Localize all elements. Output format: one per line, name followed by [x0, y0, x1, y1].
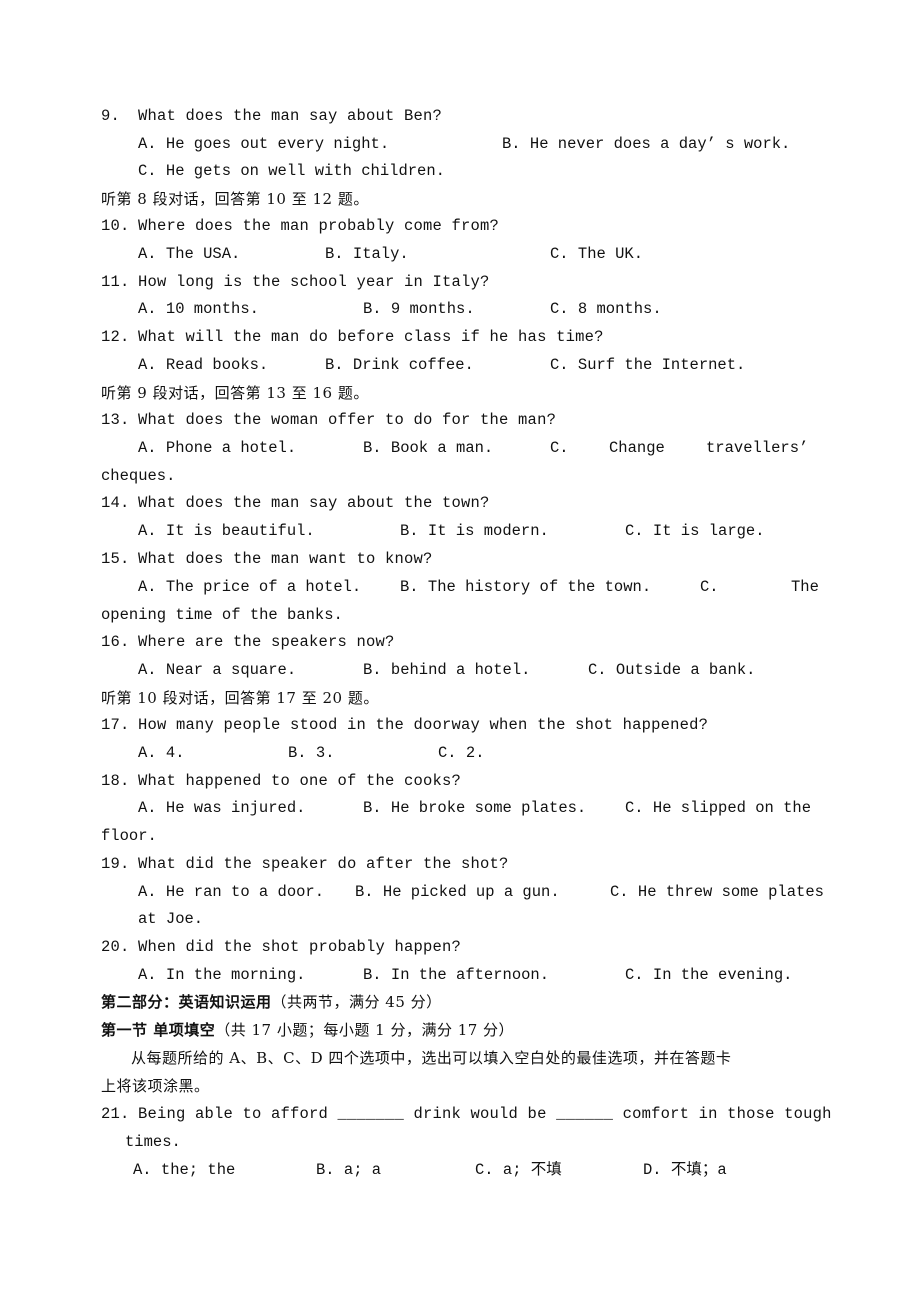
question-text: What happened to one of the cooks? [138, 772, 462, 790]
option-c: C. a; 不填 [475, 1161, 562, 1179]
option-c: C. The UK. [550, 245, 644, 263]
option-c: C. He gets on well with children. [138, 162, 445, 180]
question-20: 20. When did the shot probably happen? [101, 933, 461, 961]
option-b: B. The history of the town. [400, 578, 652, 596]
question-text: How long is the school year in Italy? [138, 273, 490, 291]
option-c: C. [700, 578, 719, 596]
section1-title: 第一节 单项填空 [101, 1021, 216, 1039]
option-a: A. He goes out every night. [138, 135, 390, 153]
option-a: A. He ran to a door. [138, 883, 325, 901]
option-a: A. the; the [133, 1161, 236, 1179]
question-number: 18. [101, 772, 130, 790]
question-14: 14. What does the man say about the town? [101, 489, 490, 517]
question-number: 11. [101, 273, 130, 291]
question-text: What does the man say about Ben? [138, 107, 443, 125]
option-a: A. He was injured. [138, 799, 306, 817]
question-text-wrap: times. [125, 1133, 181, 1151]
question-21: 21. Being able to afford _______ drink wo… [101, 1100, 832, 1128]
option-b: B. 9 months. [363, 300, 475, 318]
question-text: What does the man say about the town? [138, 494, 490, 512]
option-c-text-wrap: at Joe. [138, 910, 204, 928]
option-a: A. 10 months. [138, 300, 259, 318]
option-b: B. He broke some plates. [363, 799, 587, 817]
option-a: A. Near a square. [138, 661, 297, 679]
question-9: 9. What does the man say about Ben? [101, 102, 442, 130]
option-a: A. In the morning. [138, 966, 306, 984]
question-text: Being able to afford _______ drink would… [138, 1105, 832, 1123]
option-b: B. behind a hotel. [363, 661, 531, 679]
question-text: What will the man do before class if he … [138, 328, 604, 346]
question-text: Where does the man probably come from? [138, 217, 500, 235]
option-b: B. Italy. [325, 245, 409, 263]
question-text: What does the woman offer to do for the … [138, 411, 557, 429]
option-b: B. Drink coffee. [325, 356, 474, 374]
option-a: A. Phone a hotel. [138, 439, 297, 457]
section-instruction: 听第 9 段对话，回答第 13 至 16 题。 [101, 384, 369, 402]
question-text: Where are the speakers now? [138, 633, 395, 651]
option-b: B. a; a [316, 1161, 382, 1179]
option-c: C. [550, 439, 569, 457]
part2-title: 第二部分：英语知识运用 [101, 993, 272, 1011]
question-15: 15. What does the man want to know? [101, 545, 433, 573]
question-number: 17. [101, 716, 130, 734]
option-a: A. The price of a hotel. [138, 578, 362, 596]
option-c: C. Outside a bank. [588, 661, 756, 679]
question-19: 19. What did the speaker do after the sho… [101, 850, 509, 878]
part2-heading: 第二部分：英语知识运用（共两节，满分 45 分） [101, 988, 442, 1016]
option-c: C. In the evening. [625, 966, 793, 984]
option-c-text: The [791, 578, 819, 596]
instruction-line-1: 从每题所给的 A、B、C、D 四个选项中，选出可以填入空白处的最佳选项，并在答题… [131, 1049, 732, 1067]
exam-page: 9. What does the man say about Ben? A. He… [0, 0, 920, 1300]
option-c-text-wrap: opening time of the banks. [101, 606, 343, 624]
question-number: 12. [101, 328, 130, 346]
option-b: B. It is modern. [400, 522, 549, 540]
question-16: 16. Where are the speakers now? [101, 628, 395, 656]
question-13: 13. What does the woman offer to do for t… [101, 406, 556, 434]
option-a: A. Read books. [138, 356, 269, 374]
question-number: 13. [101, 411, 130, 429]
option-c-text-wrap: cheques. [101, 467, 176, 485]
instruction-line-2: 上将该项涂黑。 [101, 1077, 210, 1095]
question-number: 20. [101, 938, 130, 956]
option-b: B. Book a man. [363, 439, 494, 457]
option-c-text: travellers’ [706, 439, 809, 457]
question-number: 9. [101, 107, 121, 125]
question-18: 18. What happened to one of the cooks? [101, 767, 461, 795]
question-number: 16. [101, 633, 130, 651]
option-b: B. 3. [288, 744, 335, 762]
question-text: How many people stood in the doorway whe… [138, 716, 709, 734]
option-b: B. In the afternoon. [363, 966, 550, 984]
option-c: C. He slipped on the [625, 799, 812, 817]
section-instruction: 听第 10 段对话，回答第 17 至 20 题。 [101, 689, 379, 707]
option-a: A. It is beautiful. [138, 522, 315, 540]
part2-score: （共两节，满分 45 分） [271, 993, 442, 1011]
option-d: D. 不填；a [643, 1161, 727, 1179]
section1-heading: 第一节 单项填空（共 17 小题；每小题 1 分，满分 17 分） [101, 1016, 514, 1044]
option-a: A. 4. [138, 744, 185, 762]
option-c: C. 2. [438, 744, 485, 762]
question-text: What does the man want to know? [138, 550, 433, 568]
question-12: 12. What will the man do before class if … [101, 323, 604, 351]
option-b: B. He picked up a gun. [355, 883, 560, 901]
question-number: 19. [101, 855, 130, 873]
question-number: 15. [101, 550, 130, 568]
section-instruction: 听第 8 段对话，回答第 10 至 12 题。 [101, 190, 369, 208]
section1-score: （共 17 小题；每小题 1 分，满分 17 分） [215, 1021, 515, 1039]
question-number: 21. [101, 1105, 130, 1123]
option-c-text: Change [609, 439, 665, 457]
option-c: C. It is large. [625, 522, 765, 540]
option-a: A. The USA. [138, 245, 241, 263]
option-c: C. 8 months. [550, 300, 662, 318]
question-text: What did the speaker do after the shot? [138, 855, 509, 873]
option-c: C. He threw some plates [610, 883, 824, 901]
question-number: 10. [101, 217, 130, 235]
option-b: B. He never does a day’ s work. [502, 135, 791, 153]
question-11: 11. How long is the school year in Italy? [101, 268, 490, 296]
question-number: 14. [101, 494, 130, 512]
question-10: 10. Where does the man probably come from… [101, 212, 499, 240]
question-17: 17. How many people stood in the doorway … [101, 711, 708, 739]
option-c: C. Surf the Internet. [550, 356, 746, 374]
question-text: When did the shot probably happen? [138, 938, 462, 956]
option-c-text-wrap: floor. [101, 827, 157, 845]
